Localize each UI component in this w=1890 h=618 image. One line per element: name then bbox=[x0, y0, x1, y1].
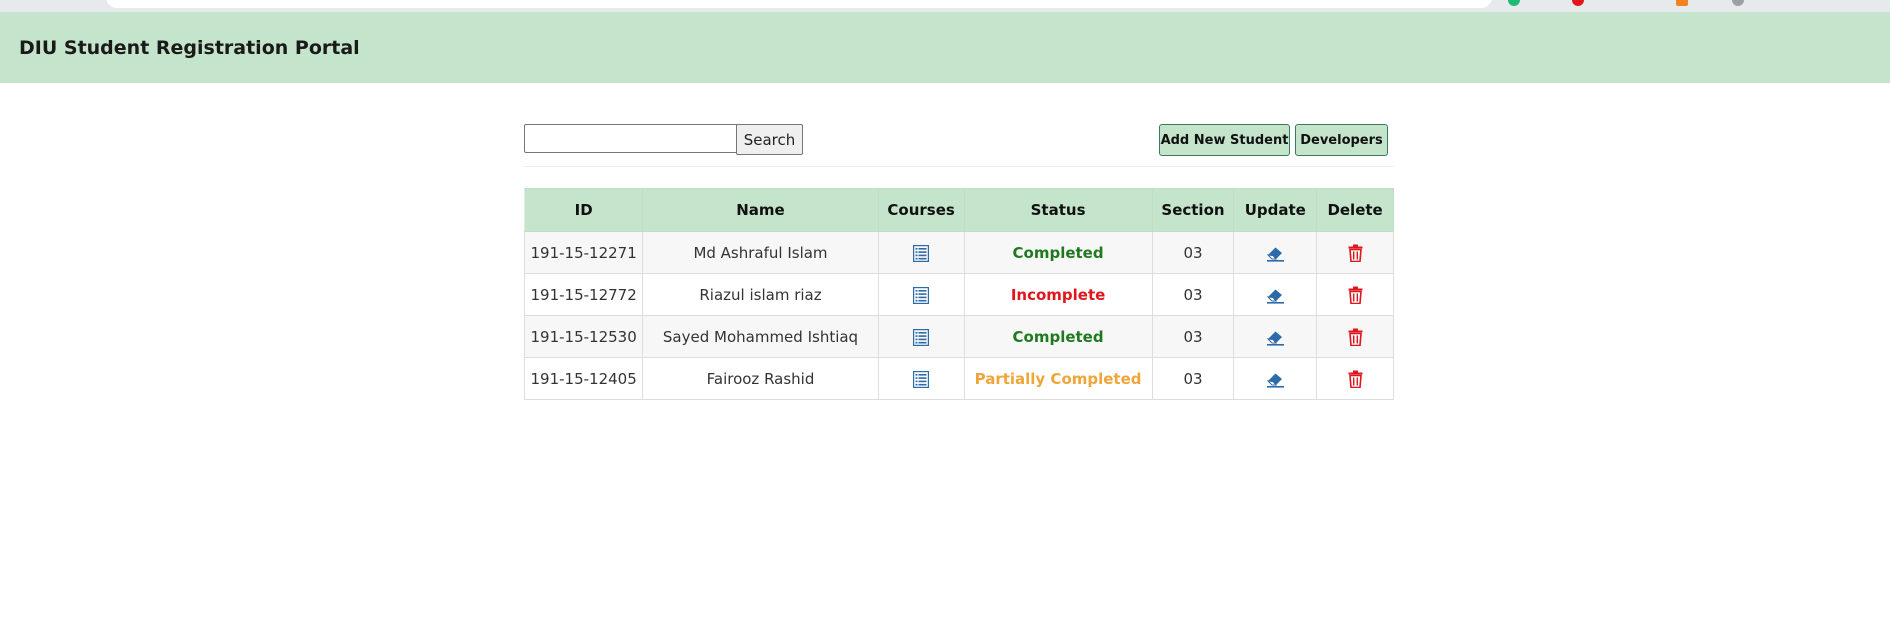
status-badge: Completed bbox=[1012, 243, 1104, 262]
eraser-icon bbox=[1266, 373, 1284, 388]
add-new-student-button[interactable]: Add New Student bbox=[1159, 124, 1290, 156]
table-row: 191-15-12271 Md Ashraful Islam Completed… bbox=[523, 231, 1394, 274]
delete-button[interactable] bbox=[1348, 328, 1363, 347]
column-header-name: Name bbox=[642, 188, 879, 232]
eraser-icon bbox=[1266, 331, 1284, 346]
app-header: DIU Student Registration Portal bbox=[0, 12, 1890, 83]
trash-icon bbox=[1348, 370, 1363, 389]
courses-cell bbox=[877, 273, 965, 316]
extension-icon[interactable] bbox=[1508, 0, 1520, 6]
delete-cell bbox=[1316, 273, 1394, 316]
update-cell bbox=[1233, 357, 1318, 400]
student-id-cell: 191-15-12530 bbox=[523, 315, 644, 358]
courses-list-icon[interactable] bbox=[912, 244, 930, 262]
update-button[interactable] bbox=[1266, 245, 1285, 262]
browser-address-bar[interactable] bbox=[106, 0, 1492, 8]
student-name: Fairooz Rashid bbox=[706, 369, 815, 388]
delete-button[interactable] bbox=[1348, 244, 1363, 263]
toolbar: Search Add New Student Developers bbox=[524, 122, 1394, 167]
students-table: ID Name Courses Status Section Update De… bbox=[523, 188, 1394, 400]
student-id: 191-15-12772 bbox=[530, 285, 637, 304]
update-button[interactable] bbox=[1266, 329, 1285, 346]
status-cell: Completed bbox=[963, 231, 1153, 274]
update-cell bbox=[1233, 231, 1318, 274]
section-cell: 03 bbox=[1151, 357, 1235, 400]
student-name-cell: Riazul islam riaz bbox=[642, 273, 879, 316]
table-row: 191-15-12772 Riazul islam riaz Incomplet… bbox=[523, 273, 1394, 316]
table-row: 191-15-12405 Fairooz Rashid Partially Co… bbox=[523, 357, 1394, 400]
extension-icon[interactable] bbox=[1676, 0, 1688, 6]
section-value: 03 bbox=[1183, 369, 1203, 388]
extension-icon[interactable] bbox=[1732, 0, 1744, 6]
courses-cell bbox=[877, 231, 965, 274]
delete-button[interactable] bbox=[1348, 286, 1363, 305]
table-row: 191-15-12530 Sayed Mohammed Ishtiaq Comp… bbox=[523, 315, 1394, 358]
student-id: 191-15-12271 bbox=[530, 243, 637, 262]
status-cell: Incomplete bbox=[963, 273, 1153, 316]
student-id-cell: 191-15-12405 bbox=[523, 357, 644, 400]
student-name: Sayed Mohammed Ishtiaq bbox=[662, 327, 859, 346]
section-cell: 03 bbox=[1151, 315, 1235, 358]
student-name-cell: Md Ashraful Islam bbox=[642, 231, 879, 274]
student-name-cell: Fairooz Rashid bbox=[642, 357, 879, 400]
eraser-icon bbox=[1266, 247, 1284, 262]
status-badge: Completed bbox=[1012, 327, 1104, 346]
student-id-cell: 191-15-12772 bbox=[523, 273, 644, 316]
student-name-cell: Sayed Mohammed Ishtiaq bbox=[642, 315, 879, 358]
table-header-row: ID Name Courses Status Section Update De… bbox=[523, 188, 1394, 232]
column-header-courses: Courses bbox=[877, 188, 965, 232]
status-badge: Incomplete bbox=[1010, 285, 1106, 304]
section-cell: 03 bbox=[1151, 273, 1235, 316]
column-header-status: Status bbox=[963, 188, 1153, 232]
status-badge: Partially Completed bbox=[974, 369, 1142, 388]
courses-list-icon[interactable] bbox=[912, 286, 930, 304]
page-title: DIU Student Registration Portal bbox=[19, 37, 360, 59]
courses-cell bbox=[877, 315, 965, 358]
student-name: Md Ashraful Islam bbox=[693, 243, 828, 262]
column-header-section: Section bbox=[1151, 188, 1235, 232]
search-input[interactable] bbox=[524, 124, 738, 153]
status-cell: Partially Completed bbox=[963, 357, 1153, 400]
status-cell: Completed bbox=[963, 315, 1153, 358]
courses-cell bbox=[877, 357, 965, 400]
trash-icon bbox=[1348, 244, 1363, 263]
student-id: 191-15-12405 bbox=[530, 369, 637, 388]
section-value: 03 bbox=[1183, 327, 1203, 346]
extension-icon[interactable] bbox=[1572, 0, 1584, 6]
list-icon bbox=[912, 370, 930, 388]
delete-cell bbox=[1316, 357, 1394, 400]
column-header-id: ID bbox=[523, 188, 644, 232]
developers-button[interactable]: Developers bbox=[1295, 124, 1388, 156]
update-button[interactable] bbox=[1266, 287, 1285, 304]
section-value: 03 bbox=[1183, 285, 1203, 304]
list-icon bbox=[912, 286, 930, 304]
student-id: 191-15-12530 bbox=[530, 327, 637, 346]
list-icon bbox=[912, 244, 930, 262]
eraser-icon bbox=[1266, 289, 1284, 304]
column-header-delete: Delete bbox=[1316, 188, 1394, 232]
delete-cell bbox=[1316, 231, 1394, 274]
section-cell: 03 bbox=[1151, 231, 1235, 274]
trash-icon bbox=[1348, 328, 1363, 347]
column-header-update: Update bbox=[1233, 188, 1318, 232]
section-value: 03 bbox=[1183, 243, 1203, 262]
update-cell bbox=[1233, 273, 1318, 316]
courses-list-icon[interactable] bbox=[912, 328, 930, 346]
update-cell bbox=[1233, 315, 1318, 358]
student-name: Riazul islam riaz bbox=[699, 285, 822, 304]
search-button[interactable]: Search bbox=[736, 124, 803, 155]
update-button[interactable] bbox=[1266, 371, 1285, 388]
delete-button[interactable] bbox=[1348, 370, 1363, 389]
student-id-cell: 191-15-12271 bbox=[523, 231, 644, 274]
delete-cell bbox=[1316, 315, 1394, 358]
trash-icon bbox=[1348, 286, 1363, 305]
list-icon bbox=[912, 328, 930, 346]
courses-list-icon[interactable] bbox=[912, 370, 930, 388]
browser-chrome-strip bbox=[0, 0, 1890, 12]
